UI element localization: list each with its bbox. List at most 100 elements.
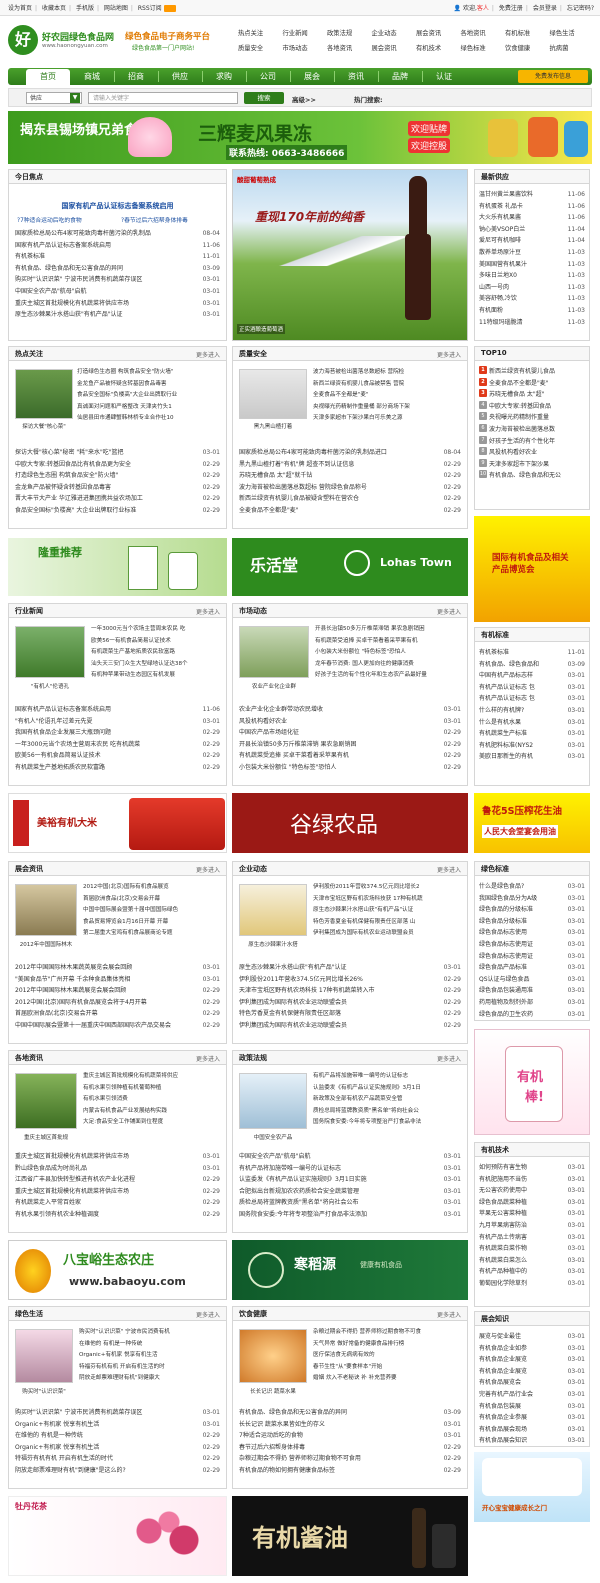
- list-item[interactable]: 10 有机食品、绿色食品和无公: [479, 470, 585, 482]
- list-item[interactable]: 美国国营有机果汁 11-03: [479, 259, 585, 271]
- ad-banner[interactable]: 八宝峪生态农庄 www.babaoyu.com: [8, 1240, 227, 1300]
- list-item[interactable]: 九月苹果病害防治 03-01: [479, 1220, 585, 1232]
- category-link[interactable]: 各地资讯: [461, 28, 506, 37]
- list-item[interactable]: "有机人"伦语孔年过差元先夏 03-01: [15, 716, 220, 728]
- list-item[interactable]: 绿色食品的分级标准 03-01: [479, 904, 585, 916]
- category-link[interactable]: 市场动态: [283, 43, 328, 52]
- list-item[interactable]: 有机食品展览会 03-01: [479, 1377, 585, 1389]
- list-item[interactable]: 有机食品包装展 03-01: [479, 1401, 585, 1413]
- list-item[interactable]: 晋大丰节大产业 华辽雅进进集团携共益农场加工 02-29: [15, 493, 220, 505]
- category-link[interactable]: 有机标准: [505, 28, 550, 37]
- category-link[interactable]: 质量安全: [238, 43, 283, 52]
- today-sub-link[interactable]: ?春节过后六招帮身体排毒: [121, 215, 188, 224]
- thumbnail-caption[interactable]: 黑九黑山楂打着: [237, 422, 309, 430]
- list-item[interactable]: 2012年中国国际林木果蔬英展览会展会回顾 03-01: [15, 962, 220, 974]
- list-item[interactable]: 如何预防有害生物 03-01: [479, 1162, 585, 1174]
- list-item[interactable]: Organic+有机家 悦享有机生活 02-29: [15, 1442, 220, 1454]
- summary-item[interactable]: 首届欧洲食品(北京)交易会开幕: [83, 894, 225, 906]
- ad-banner[interactable]: 谷绿农品: [232, 793, 468, 853]
- forgot-password-link[interactable]: 忘记密码?: [567, 5, 594, 12]
- list-item[interactable]: 中国中国际展会暨第十一届重庆中国西部国际农产品交易会 02-29: [15, 1020, 220, 1032]
- list-item[interactable]: 金龙鱼产品被怀疑含转基因食品毒害 02-29: [15, 482, 220, 494]
- list-item[interactable]: 有机食品、绿色食品和无公害食品的异同 03-09: [15, 263, 220, 275]
- list-item[interactable]: 伊利集团成为国际有机农业运动联盟会员 02-29: [239, 997, 461, 1009]
- list-item[interactable]: 原生态沙棘果汁水搭山获"有机产品"认证 03-01: [239, 962, 461, 974]
- top-banner-ad[interactable]: 揭东县锡场镇兄弟食品厂 三辉麦风果冻 联系热线: 0663-3486666 欢迎…: [8, 111, 592, 164]
- list-item[interactable]: 7种适合运动后吃的食物 03-01: [239, 1430, 461, 1442]
- news-thumbnail[interactable]: [15, 626, 85, 678]
- ad-banner[interactable]: 乐活堂 Lohas Town: [232, 538, 468, 596]
- today-sub-link[interactable]: ?7种适合运动后吃的食物: [17, 215, 82, 224]
- list-item[interactable]: 有机食品展会知识 03-01: [479, 1435, 585, 1447]
- list-item[interactable]: 苹果无公害菜种植 03-01: [479, 1208, 585, 1220]
- news-thumbnail[interactable]: [239, 1073, 307, 1129]
- summary-item[interactable]: 小包装大米份额位 "特色标签"恐怕人: [315, 647, 465, 659]
- list-item[interactable]: 伊利集团成为国际有机农业运动联盟会员 02-29: [239, 1020, 461, 1032]
- list-item[interactable]: 绿色食品标志使用证 03-01: [479, 939, 585, 951]
- summary-item[interactable]: 食品贸易博览会1月16日开幕 开幕: [83, 917, 225, 929]
- list-item[interactable]: 有机茶标准 11-01: [479, 647, 585, 659]
- list-item[interactable]: 爱尼可有机咖啡 11-04: [479, 235, 585, 247]
- list-item[interactable]: 2 全麦食品不全都是"麦": [479, 377, 585, 390]
- summary-item[interactable]: 新政策及全部有机农产品蔬菜安全管: [313, 1094, 465, 1106]
- list-item[interactable]: 重庆主城区首批规模化有机蔬菜将供应市场 03-01: [15, 1151, 220, 1163]
- summary-item[interactable]: 有机产品将加施带唯一编号的认证标志: [313, 1071, 465, 1083]
- category-link[interactable]: 行业新闻: [283, 28, 328, 37]
- category-link[interactable]: 抗病菌: [550, 43, 595, 52]
- thumbnail-caption[interactable]: "有机人"伦语孔: [13, 682, 87, 690]
- ad-banner[interactable]: 开心宝宝健康成长之门: [474, 1452, 590, 1522]
- more-link[interactable]: 更多进入: [196, 1310, 220, 1319]
- list-item[interactable]: 有机水果引领有机农业种植调度 02-29: [15, 1209, 220, 1221]
- today-headline[interactable]: 国家有机产品认证标志备案系统启用: [13, 201, 222, 211]
- list-item[interactable]: Organic+有机家 悦享有机生活 03-01: [15, 1419, 220, 1431]
- summary-item[interactable]: 购买时"认识识菜" 宁波市民消费有机: [79, 1327, 225, 1339]
- summary-item[interactable]: 中国中国际展会暨第十届中国国际绿色: [83, 905, 225, 917]
- list-item[interactable]: 药用植物及制剂外部 03-01: [479, 997, 585, 1009]
- list-item[interactable]: 中国农产品市场组化征 02-29: [239, 727, 461, 739]
- list-item[interactable]: 打造绿色生态圈 构筑食品安全"防火墙" 02-29: [15, 470, 220, 482]
- news-thumbnail[interactable]: [239, 369, 307, 419]
- list-item[interactable]: 5 央视曝光药精制作重量: [479, 412, 585, 424]
- summary-item[interactable]: 杂粮过期会不得扔 营养师称过期食物不可食: [313, 1327, 465, 1339]
- summary-item[interactable]: 第二届重大宝鸡有机食品展商论专题: [83, 928, 225, 940]
- list-item[interactable]: 探访大餐"核心菜"秘密 "耗"来水"吃"篮把 03-01: [15, 447, 220, 459]
- thumbnail-caption[interactable]: 2012年中国国际林木: [13, 940, 79, 948]
- summary-item[interactable]: 春节生性"从"要食样本"开始: [313, 1362, 465, 1374]
- ad-banner[interactable]: 有机酱油: [232, 1496, 468, 1576]
- category-link[interactable]: 绿色标准: [461, 43, 506, 52]
- summary-item[interactable]: 金龙鱼产品被怀疑含转基因食品毒害: [77, 379, 225, 391]
- summary-item[interactable]: 认监委发《有机产品认证实施规则》3月1日: [313, 1083, 465, 1095]
- more-link[interactable]: 更多进入: [437, 865, 461, 874]
- list-item[interactable]: 黔山绿色食品成为时尚礼品 03-01: [15, 1163, 220, 1175]
- list-item[interactable]: 天津市宝坻区野有机农场科技 17种有机蔬菜转入市 02-29: [239, 985, 461, 997]
- ad-banner[interactable]: 牡丹花茶: [8, 1496, 227, 1576]
- summary-item[interactable]: 央视曝光药精制作重量桶 部分商场下架: [313, 402, 465, 414]
- rss-link[interactable]: RSS订阅: [138, 5, 162, 12]
- ad-banner[interactable]: 鲁花5S压榨花生油 人民大会堂宴会用油: [474, 793, 590, 853]
- list-item[interactable]: 有机食品、绿色食品和 03-09: [479, 659, 585, 671]
- nav-mall[interactable]: 商城: [70, 68, 114, 85]
- list-item[interactable]: 杂粮过期会不得扔 营养师称过期食物不可食用 02-29: [239, 1453, 461, 1465]
- list-item[interactable]: 绿色食品标志使用 03-01: [479, 927, 585, 939]
- summary-item[interactable]: 婚姻 炊入不老秘诀 补 补充营养要: [313, 1373, 465, 1385]
- list-item[interactable]: 特福芬有机有机 开启有机生活的时代 02-29: [15, 1453, 220, 1465]
- list-item[interactable]: 中国安全农产品"航母"启航 03-01: [15, 286, 220, 298]
- list-item[interactable]: 全麦食品不全都是"麦" 02-29: [239, 505, 461, 517]
- category-link[interactable]: 饮食健康: [505, 43, 550, 52]
- list-item[interactable]: 美欧日那新生的有机 03-01: [479, 751, 585, 763]
- list-item[interactable]: 一年3000元当个农场主营周末农民 吃有机蔬菜 02-29: [15, 739, 220, 751]
- list-item[interactable]: 什么是有机水果 03-01: [479, 717, 585, 729]
- list-item[interactable]: 绿色食品标志使用证 03-01: [479, 951, 585, 963]
- summary-item[interactable]: 大足:食品安全工作铺面到位程度: [83, 1117, 225, 1129]
- nav-expo[interactable]: 展会: [290, 68, 334, 85]
- list-item[interactable]: 山西一号肉 11-03: [479, 282, 585, 294]
- list-item[interactable]: QS认证与绿色食品 03-01: [479, 974, 585, 986]
- list-item[interactable]: 有机蛋茶 礼品卡 11-06: [479, 201, 585, 213]
- list-item[interactable]: 我国绿色食品分为A级 03-01: [479, 893, 585, 905]
- list-item[interactable]: 有机食品企业参展 03-01: [479, 1412, 585, 1424]
- list-item[interactable]: 欧美56一有机食品简易认证技术 02-29: [15, 750, 220, 762]
- summary-item[interactable]: 天津多家超市下架沙果白可乐美之源: [313, 413, 465, 425]
- summary-item[interactable]: 波力海苔被检出菌落总数超标 营院检: [313, 367, 465, 379]
- nav-company[interactable]: 公司: [246, 68, 290, 85]
- list-item[interactable]: "美国食品节"广州开幕 千余种食品集体亮相 03-01: [15, 974, 220, 986]
